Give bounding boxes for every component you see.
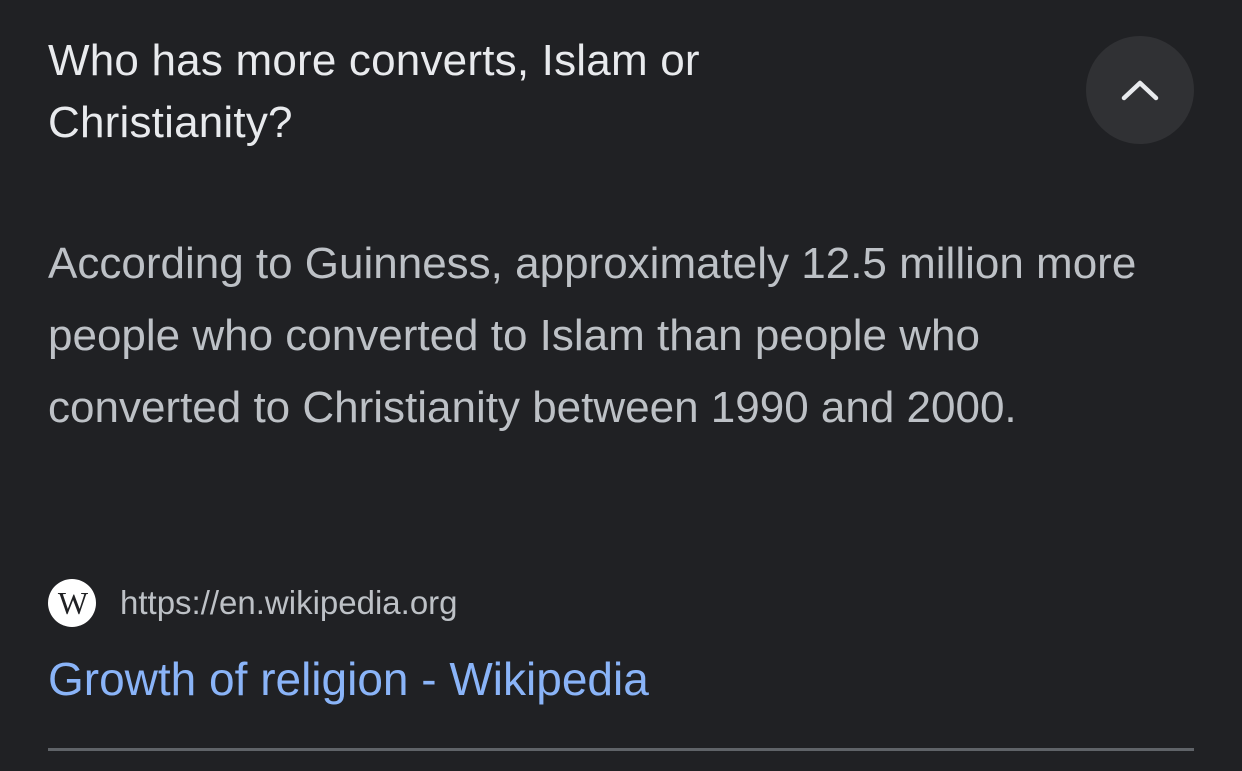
wikipedia-icon: W: [48, 579, 96, 627]
favicon-letter: W: [57, 585, 88, 621]
people-also-ask-card: Who has more converts, Islam or Christia…: [0, 0, 1242, 771]
divider: [48, 748, 1194, 751]
source-row[interactable]: W https://en.wikipedia.org: [48, 578, 458, 628]
question-text: Who has more converts, Islam or Christia…: [48, 36, 700, 147]
result-title-link[interactable]: Growth of religion - Wikipedia: [48, 648, 649, 710]
collapse-button[interactable]: [1086, 36, 1194, 144]
source-url[interactable]: https://en.wikipedia.org: [120, 578, 458, 628]
answer-snippet: According to Guinness, approximately 12.…: [48, 239, 1137, 432]
question-header[interactable]: Who has more converts, Islam or Christia…: [48, 30, 1194, 150]
chevron-up-icon: [1121, 80, 1159, 101]
